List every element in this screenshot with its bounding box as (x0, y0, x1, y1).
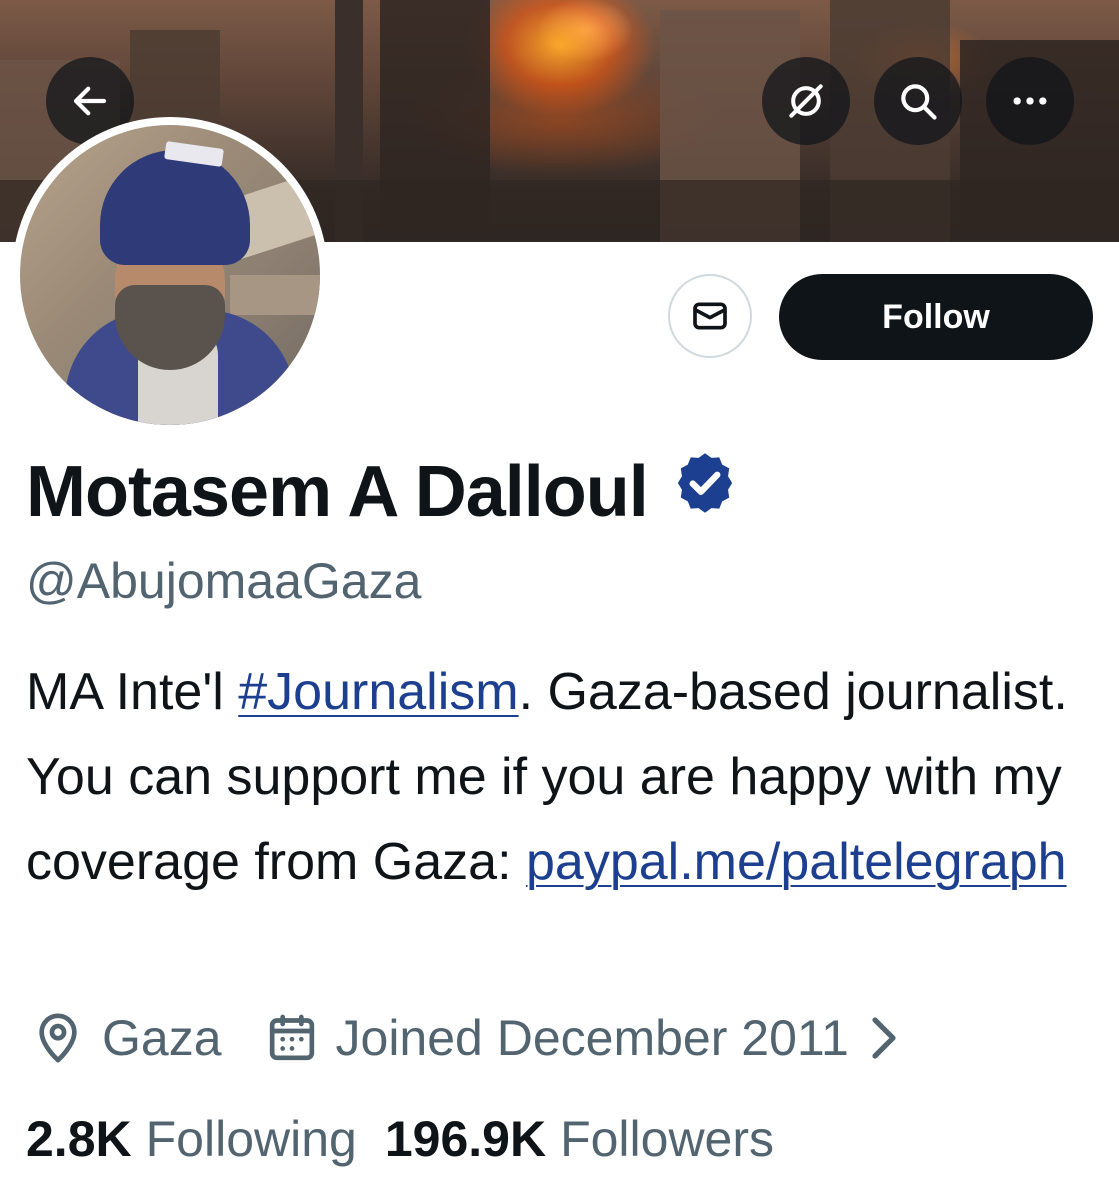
more-button[interactable] (986, 57, 1074, 145)
followers-count[interactable]: 196.9K (385, 1110, 546, 1168)
joined-text: Joined December 2011 (335, 1010, 849, 1066)
bio-hashtag-link[interactable]: #Journalism (238, 663, 518, 721)
arrow-left-icon (73, 86, 107, 116)
more-icon (1013, 97, 1047, 105)
profile-handle: @AbujomaaGaza (26, 553, 422, 609)
bio-url-link[interactable]: paypal.me/paltelegraph (526, 833, 1067, 891)
bio-text: MA Inte'l (26, 663, 239, 721)
avatar[interactable] (12, 117, 328, 433)
profile-name: Motasem A Dalloul (26, 451, 649, 532)
no-notifications-icon (789, 84, 823, 118)
calendar-icon (269, 1014, 314, 1061)
profile-stats: 2.8K Following 196.9K Followers (26, 1110, 802, 1168)
location-pin-icon (39, 1013, 77, 1063)
profile-joined[interactable]: Joined December 2011 (264, 1009, 903, 1067)
avatar-image (20, 125, 320, 425)
location-text: Gaza (102, 1010, 222, 1066)
chevron-right-icon (872, 1017, 896, 1059)
verified-badge-icon[interactable] (670, 448, 740, 535)
notifications-off-button[interactable] (762, 57, 850, 145)
envelope-icon (693, 302, 727, 330)
message-button[interactable] (668, 274, 752, 358)
followers-label[interactable]: Followers (560, 1110, 774, 1168)
profile-bio: MA Inte'l #Journalism. Gaza-based journa… (26, 650, 1096, 905)
avatar-helmet (100, 150, 250, 265)
search-button[interactable] (874, 57, 962, 145)
profile-meta: Gaza Joined December 2011 (30, 1003, 945, 1073)
profile-name-row: Motasem A Dalloul (26, 448, 740, 535)
avatar-rubble (230, 275, 320, 315)
profile-location: Gaza (30, 1009, 222, 1067)
search-icon (901, 84, 937, 120)
following-count[interactable]: 2.8K (26, 1110, 132, 1168)
follow-button[interactable]: Follow (779, 274, 1093, 360)
following-label[interactable]: Following (146, 1110, 357, 1168)
